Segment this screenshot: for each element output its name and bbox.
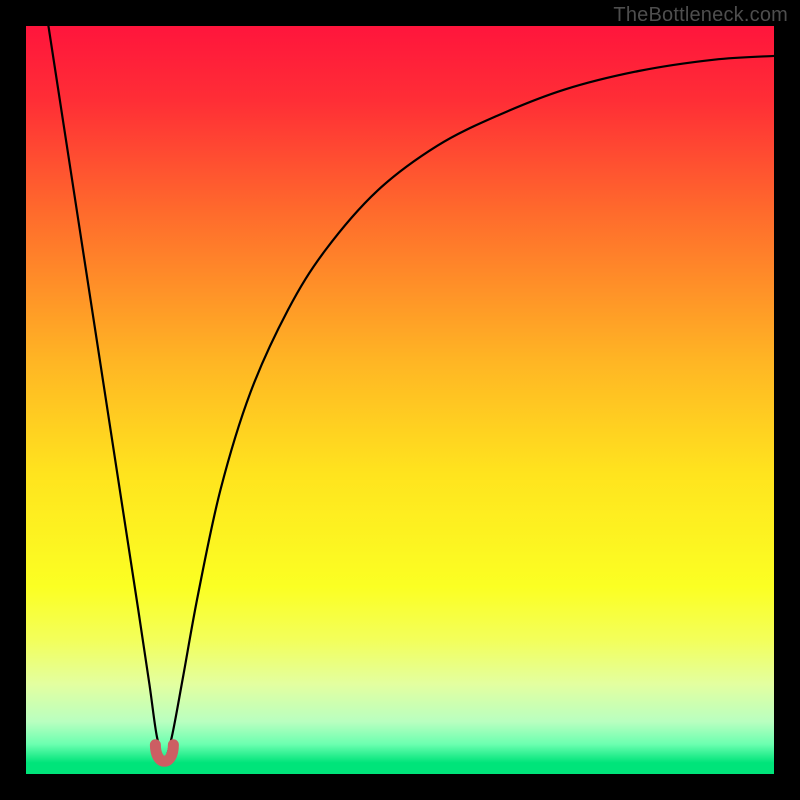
bottleneck-curve bbox=[26, 26, 774, 774]
plot-frame bbox=[26, 26, 774, 774]
watermark-text: TheBottleneck.com bbox=[613, 4, 788, 27]
